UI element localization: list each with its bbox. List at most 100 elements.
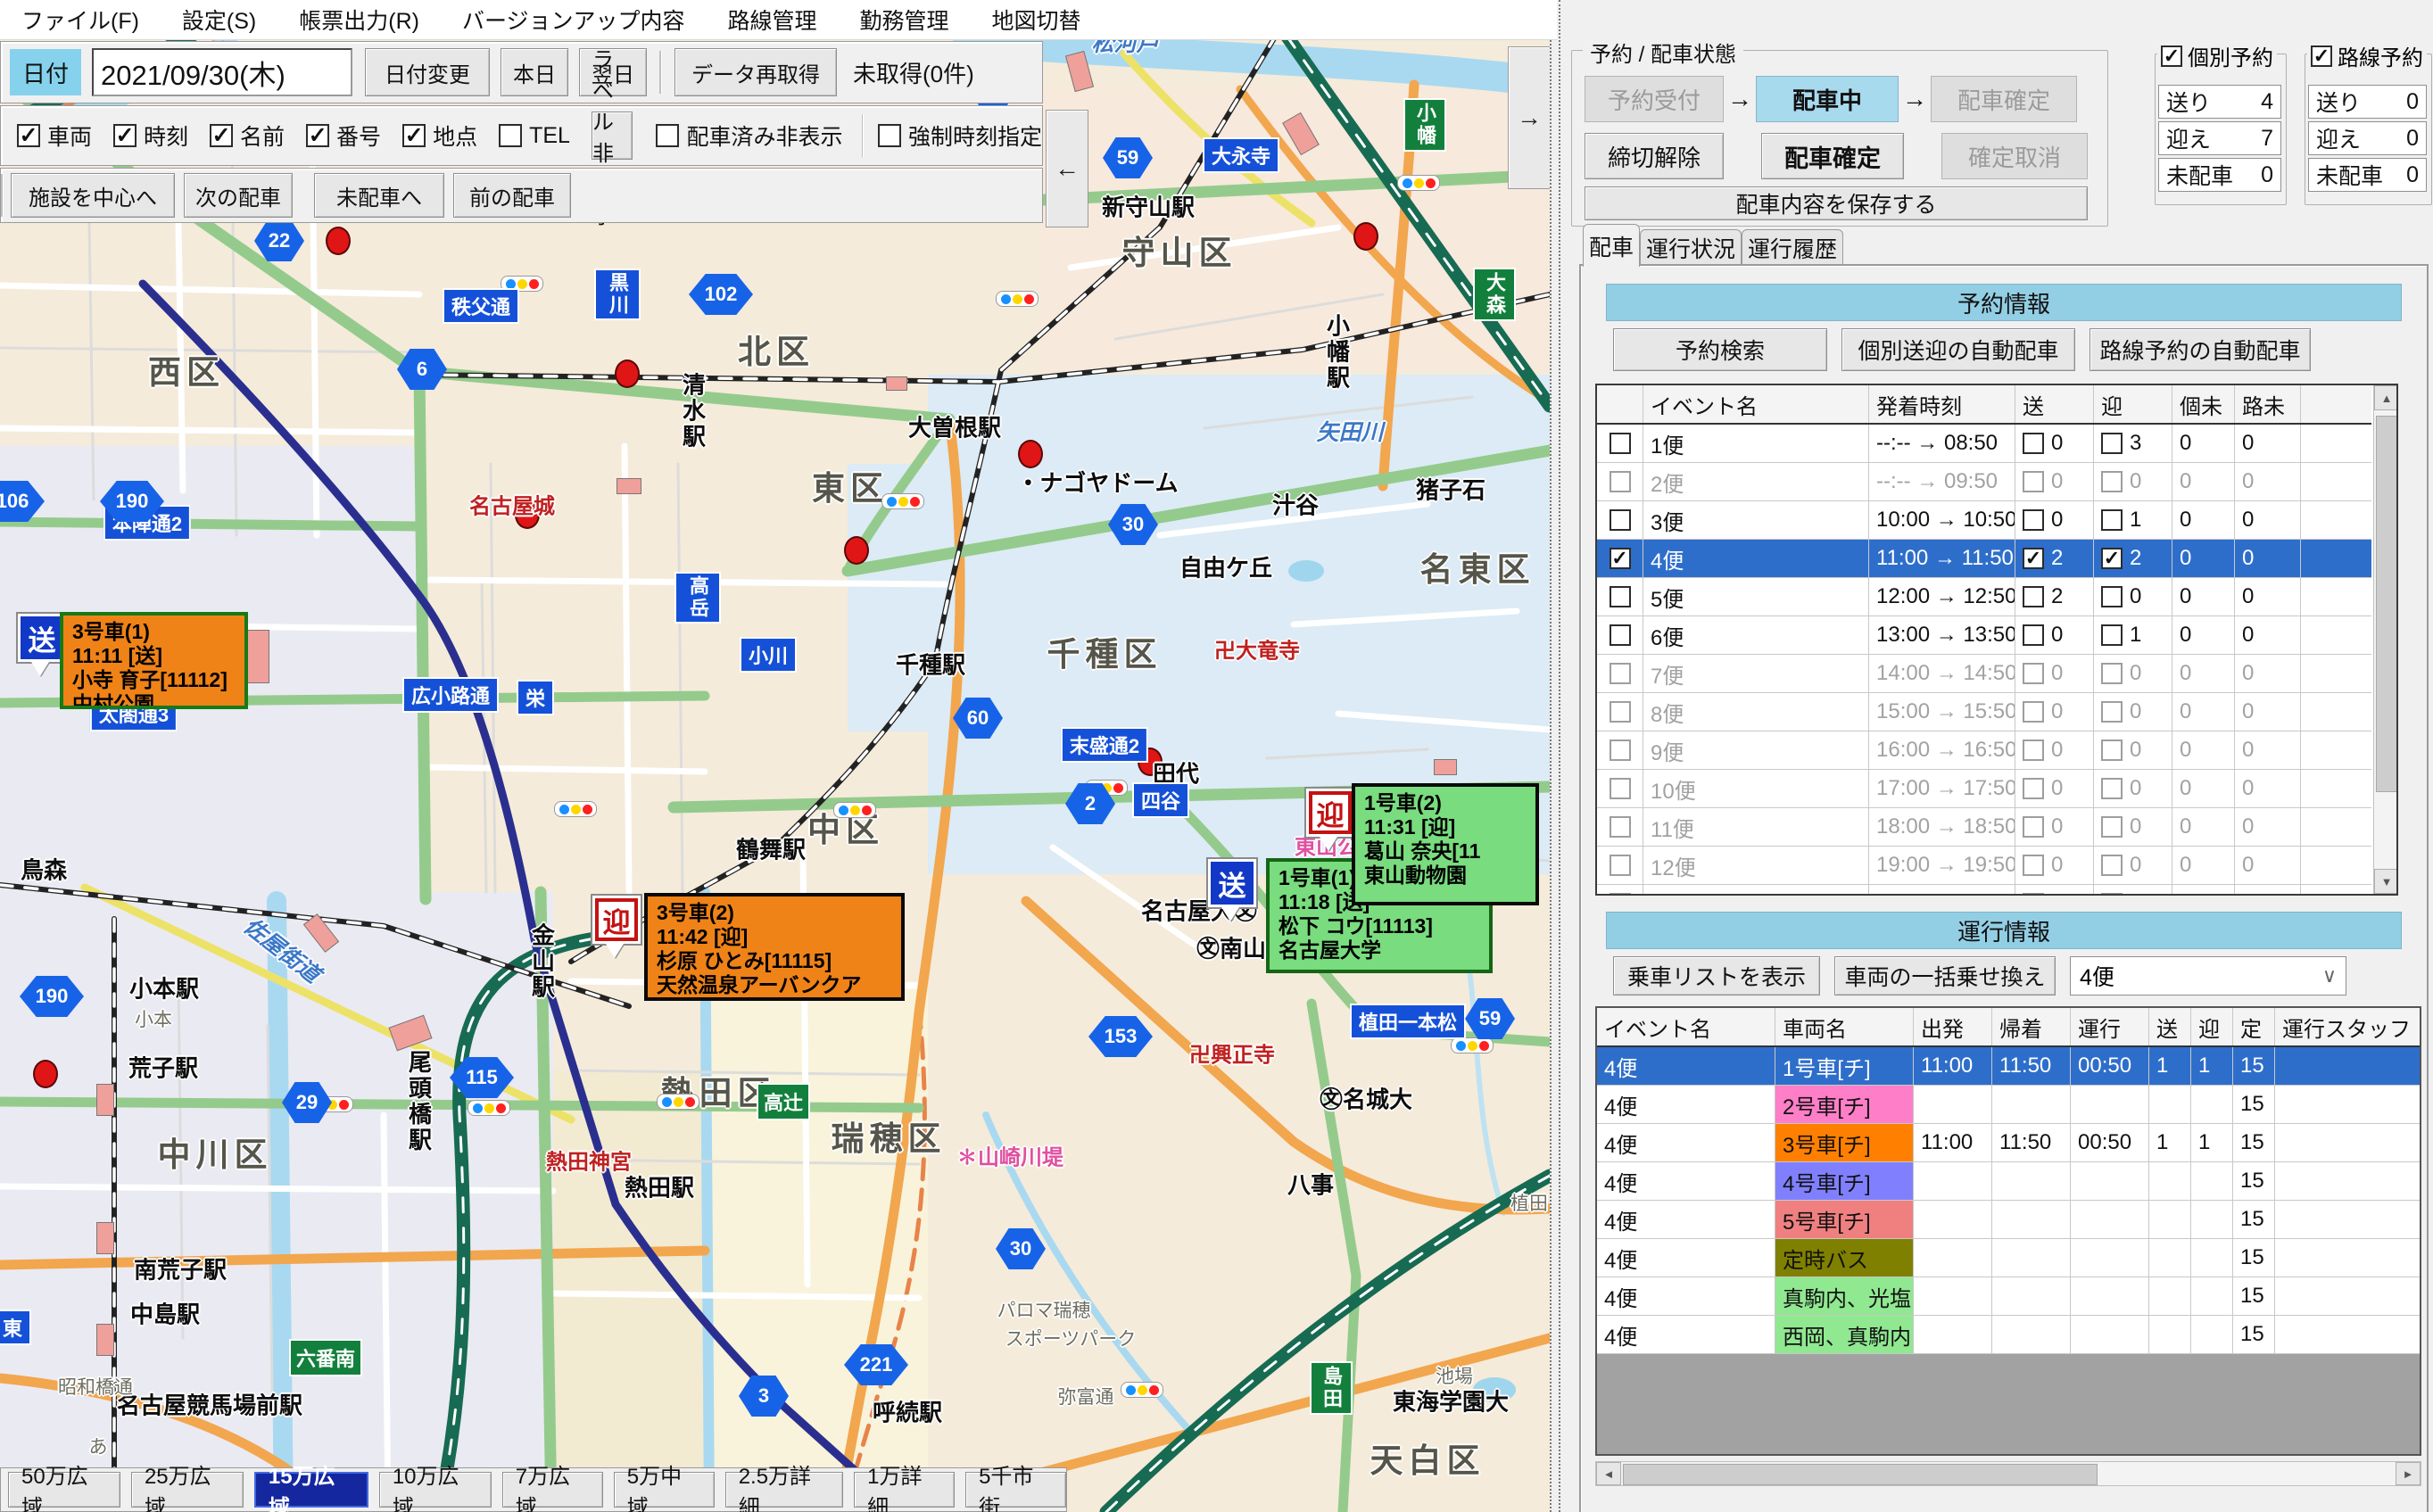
change-date-button[interactable]: 日付変更: [365, 48, 490, 96]
checkbox-icon[interactable]: [1610, 701, 1631, 723]
operation-row[interactable]: 4便1号車[チ]11:0011:5000:501115: [1597, 1047, 2420, 1086]
filter-checkbox-地点[interactable]: ✓地点: [402, 120, 477, 152]
nav-button-3[interactable]: 次の配車: [184, 173, 293, 218]
zoom-level-5万中域[interactable]: 5万中域: [614, 1472, 715, 1508]
send-count-cell[interactable]: ✓2: [2015, 540, 2094, 577]
reservation-row[interactable]: 5便12:00 → 12:502000: [1597, 578, 2371, 616]
zoom-level-5千市街[interactable]: 5千市街: [965, 1472, 1066, 1508]
meet-count-cell[interactable]: 0: [2094, 847, 2172, 884]
checkbox-icon[interactable]: [1610, 433, 1631, 454]
menu-item[interactable]: 地図切替: [971, 0, 1103, 39]
show-ride-list-button[interactable]: 乗車リストを表示: [1613, 956, 1820, 996]
filter-checkbox-番号[interactable]: ✓番号: [306, 120, 381, 152]
tab-配車[interactable]: 配車: [1583, 224, 1640, 267]
row-select-cell[interactable]: [1597, 578, 1643, 616]
checkbox-icon[interactable]: [2101, 586, 2123, 607]
checkbox-icon[interactable]: [2101, 855, 2123, 876]
operation-row[interactable]: 4便3号車[チ]11:0011:5000:501115: [1597, 1124, 2420, 1162]
meet-count-cell[interactable]: 0: [2094, 578, 2172, 616]
send-count-cell[interactable]: 0: [2015, 616, 2094, 654]
hide-dispatched-checkbox[interactable]: 配車済み非表示: [656, 120, 842, 152]
checkbox-icon[interactable]: [2101, 778, 2123, 799]
checkbox-icon[interactable]: [2023, 893, 2044, 896]
checkbox-icon[interactable]: [2023, 701, 2044, 723]
menu-item[interactable]: バージョンアップ内容: [441, 0, 707, 39]
checkbox-icon[interactable]: [2023, 663, 2044, 684]
operation-row[interactable]: 4便4号車[チ]15: [1597, 1162, 2420, 1201]
menu-item[interactable]: 路線管理: [706, 0, 838, 39]
filter-checkbox-TEL[interactable]: TEL: [499, 123, 570, 149]
checkbox-icon[interactable]: ✓: [2311, 45, 2332, 67]
row-select-cell[interactable]: [1597, 693, 1643, 731]
flow-step-配車確定[interactable]: 配車確定: [1931, 76, 2077, 122]
reservation-row[interactable]: 8便15:00 → 15:500000: [1597, 693, 2371, 731]
row-select-cell[interactable]: [1597, 731, 1643, 769]
operation-row[interactable]: 4便真駒内、光塩...15: [1597, 1277, 2420, 1316]
send-count-cell[interactable]: 0: [2015, 655, 2094, 692]
meet-count-cell[interactable]: 0: [2094, 770, 2172, 807]
zoom-level-50万広域[interactable]: 50万広域: [8, 1472, 120, 1508]
meet-count-cell[interactable]: 0: [2094, 808, 2172, 846]
nav-button-1[interactable]: 施設を中心へ: [11, 173, 175, 218]
scroll-up-icon[interactable]: ▲: [2374, 385, 2398, 410]
checkbox-icon[interactable]: ✓: [17, 124, 40, 147]
zoom-level-15万広域[interactable]: 15万広域: [254, 1472, 368, 1508]
checkbox-icon[interactable]: [2023, 586, 2044, 607]
operation-row[interactable]: 4便5号車[チ]15: [1597, 1201, 2420, 1239]
send-marker-icon[interactable]: 送: [1208, 859, 1258, 921]
cancel-confirm-button[interactable]: 確定取消: [1941, 133, 2088, 179]
meet-count-cell[interactable]: 1: [2094, 616, 2172, 654]
menu-item[interactable]: ファイル(F): [0, 0, 161, 39]
checkbox-icon[interactable]: ✓: [1610, 548, 1631, 569]
checkbox-icon[interactable]: [2101, 433, 2123, 454]
send-count-cell[interactable]: 0: [2015, 463, 2094, 500]
pane-splitter[interactable]: [1550, 0, 1560, 1512]
meet-count-cell[interactable]: 0: [2094, 655, 2172, 692]
menu-item[interactable]: 設定(S): [161, 0, 277, 39]
checkbox-icon[interactable]: [2101, 471, 2123, 492]
checkbox-icon[interactable]: [1610, 663, 1631, 684]
meet-count-cell[interactable]: 0: [2094, 885, 2172, 896]
checkbox-icon[interactable]: ✓: [2023, 548, 2044, 569]
flow-step-配車中[interactable]: 配車中: [1756, 76, 1899, 122]
dispatch-label[interactable]: 3号車(1)11:11 [送]小寺 育子[11112]中村公園: [60, 612, 248, 709]
send-count-cell[interactable]: 0: [2015, 501, 2094, 539]
checkbox-icon[interactable]: [1610, 855, 1631, 876]
reservation-row[interactable]: 1便--:-- → 08:500300: [1597, 425, 2371, 463]
reservation-button-2[interactable]: 個別送迎の自動配車: [1841, 328, 2075, 371]
zoom-level-2.5万詳細[interactable]: 2.5万詳細: [725, 1472, 843, 1508]
checkbox-icon[interactable]: [499, 124, 522, 147]
reservation-row[interactable]: 7便14:00 → 14:500000: [1597, 655, 2371, 693]
row-select-cell[interactable]: [1597, 655, 1643, 692]
reservation-row[interactable]: 12便19:00 → 19:500000: [1597, 847, 2371, 885]
checkbox-icon[interactable]: ✓: [402, 124, 426, 147]
scrollbar-thumb[interactable]: [1623, 1464, 2098, 1485]
zoom-level-25万広域[interactable]: 25万広域: [131, 1472, 244, 1508]
checkbox-icon[interactable]: [2101, 663, 2123, 684]
reservation-button-3[interactable]: 路線予約の自動配車: [2090, 328, 2311, 371]
dispatch-label[interactable]: 1号車(2)11:31 [迎]葛山 奈央[11東山動物園: [1352, 783, 1539, 905]
reservation-row[interactable]: 13便20:00 → 20:500000: [1597, 885, 2371, 896]
checkbox-icon[interactable]: ✓: [306, 124, 329, 147]
checkbox-icon[interactable]: [1610, 471, 1631, 492]
send-count-cell[interactable]: 0: [2015, 885, 2094, 896]
checkbox-icon[interactable]: [1610, 624, 1631, 646]
send-count-cell[interactable]: 0: [2015, 847, 2094, 884]
checkbox-icon[interactable]: [1610, 586, 1631, 607]
flow-step-予約受付[interactable]: 予約受付: [1585, 76, 1724, 122]
checkbox-icon[interactable]: [2023, 816, 2044, 838]
zoom-level-1万詳細[interactable]: 1万詳細: [854, 1472, 955, 1508]
today-button[interactable]: 本日: [501, 48, 568, 96]
tab-運行状況[interactable]: 運行状況: [1640, 229, 1742, 266]
reservation-row[interactable]: 6便13:00 → 13:500100: [1597, 616, 2371, 655]
reservation-row[interactable]: 2便--:-- → 09:500000: [1597, 463, 2371, 501]
send-count-cell[interactable]: 0: [2015, 808, 2094, 846]
meet-count-cell[interactable]: 0: [2094, 693, 2172, 731]
send-count-cell[interactable]: 0: [2015, 731, 2094, 769]
checkbox-icon[interactable]: [2101, 816, 2123, 838]
checkbox-icon[interactable]: [2023, 855, 2044, 876]
checkbox-icon[interactable]: [1610, 778, 1631, 799]
meet-count-cell[interactable]: 0: [2094, 731, 2172, 769]
checkbox-icon[interactable]: [1610, 893, 1631, 896]
row-select-cell[interactable]: [1597, 808, 1643, 846]
